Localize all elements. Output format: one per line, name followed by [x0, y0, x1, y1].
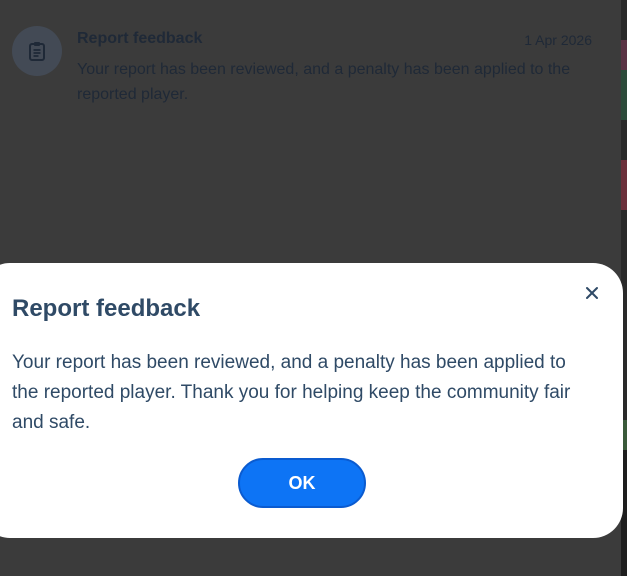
notification-title: Report feedback	[77, 30, 203, 47]
close-icon[interactable]	[581, 282, 603, 304]
clipboard-icon	[12, 26, 62, 76]
ok-button[interactable]: OK	[238, 458, 366, 508]
notification-item[interactable]: Report feedback 1 Apr 2026 Your report h…	[12, 24, 592, 114]
report-feedback-dialog: Report feedback Your report has been rev…	[0, 263, 623, 538]
dialog-title: Report feedback	[12, 295, 201, 322]
dialog-message: Your report has been reviewed, and a pen…	[12, 352, 571, 433]
notification-body: Your report has been reviewed, and a pen…	[77, 61, 571, 103]
notification-date: 1 Apr 2026	[524, 32, 592, 48]
